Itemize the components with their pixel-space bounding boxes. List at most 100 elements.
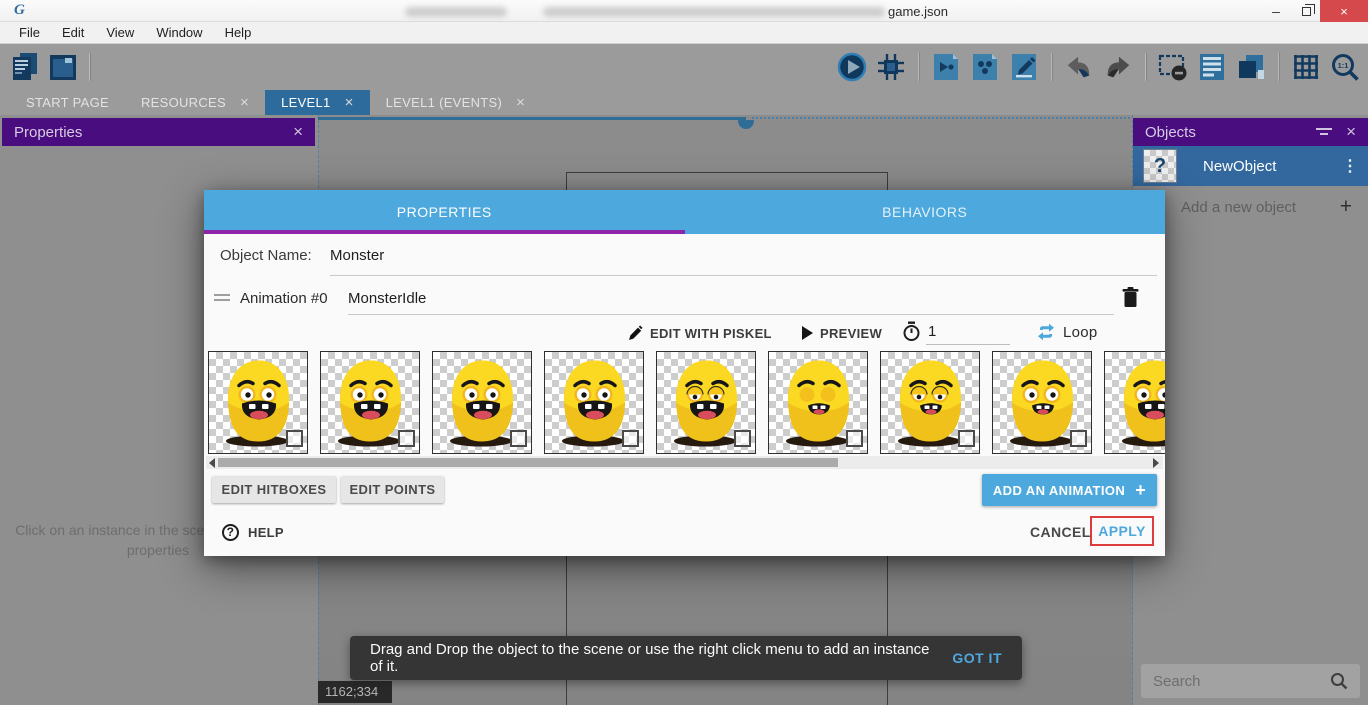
redo-icon[interactable] bbox=[1103, 52, 1133, 82]
menu-edit[interactable]: Edit bbox=[51, 25, 95, 40]
maximize-icon bbox=[1302, 7, 1311, 16]
tab-label: START PAGE bbox=[26, 95, 109, 110]
add-multiple-objects-icon[interactable] bbox=[970, 52, 1000, 82]
dialog-tab-behaviors[interactable]: BEHAVIORS bbox=[685, 190, 1166, 234]
layers-list-icon[interactable] bbox=[1197, 52, 1227, 82]
animation-frame[interactable] bbox=[1104, 351, 1165, 454]
animation-frame[interactable] bbox=[656, 351, 756, 454]
animation-frame[interactable] bbox=[544, 351, 644, 454]
tab-level1-events[interactable]: LEVEL1 (EVENTS)× bbox=[370, 90, 542, 115]
input-underline bbox=[926, 344, 1010, 345]
frame-checkbox[interactable] bbox=[510, 430, 527, 447]
apply-button[interactable]: APPLY bbox=[1098, 523, 1145, 539]
undo-icon[interactable] bbox=[1064, 52, 1094, 82]
play-icon bbox=[802, 326, 813, 340]
delete-animation-button[interactable] bbox=[1122, 287, 1139, 313]
tab-level1[interactable]: LEVEL1 × bbox=[265, 90, 370, 115]
animation-frame[interactable] bbox=[320, 351, 420, 454]
close-icon[interactable]: × bbox=[293, 122, 303, 142]
menu-window[interactable]: Window bbox=[145, 25, 213, 40]
tab-resources[interactable]: RESOURCES× bbox=[125, 90, 265, 115]
debug-icon[interactable] bbox=[876, 52, 906, 82]
dialog-tabs: PROPERTIES BEHAVIORS bbox=[204, 190, 1165, 234]
close-icon[interactable]: × bbox=[516, 95, 525, 110]
object-list-item-newobject[interactable]: ? NewObject ⋮ bbox=[1133, 146, 1368, 186]
edit-points-button[interactable]: EDIT POINTS bbox=[341, 476, 444, 503]
add-animation-label: ADD AN ANIMATION bbox=[993, 483, 1125, 498]
edit-with-piskel-button[interactable]: EDIT WITH PISKEL bbox=[628, 322, 772, 344]
window-title: game.json bbox=[888, 4, 948, 19]
tab-label: LEVEL1 bbox=[281, 95, 331, 110]
scene-window-border bbox=[318, 117, 746, 120]
project-manager-icon[interactable] bbox=[10, 52, 40, 82]
frame-checkbox[interactable] bbox=[958, 430, 975, 447]
objects-panel: Objects × ? NewObject ⋮ Add a new object… bbox=[1133, 115, 1368, 705]
scroll-left-icon[interactable] bbox=[209, 458, 215, 468]
close-window-button[interactable]: × bbox=[1320, 0, 1368, 22]
help-button[interactable]: ? HELP bbox=[222, 521, 284, 543]
frame-checkbox[interactable] bbox=[1070, 430, 1087, 447]
add-new-object-row[interactable]: Add a new object + bbox=[1133, 192, 1368, 222]
toolbar-separator bbox=[89, 53, 90, 81]
add-animation-button[interactable]: ADD AN ANIMATION + bbox=[982, 474, 1157, 506]
menu-help[interactable]: Help bbox=[214, 25, 263, 40]
got-it-button[interactable]: GOT IT bbox=[952, 650, 1002, 666]
filter-icon[interactable] bbox=[1316, 127, 1332, 137]
frame-checkbox[interactable] bbox=[846, 430, 863, 447]
frame-checkbox[interactable] bbox=[398, 430, 415, 447]
animation-frame[interactable] bbox=[880, 351, 980, 454]
preview-play-icon[interactable] bbox=[837, 52, 867, 82]
properties-panel-header: Properties × bbox=[2, 118, 315, 146]
menu-view[interactable]: View bbox=[95, 25, 145, 40]
object-name-input[interactable]: Monster bbox=[330, 247, 384, 264]
loop-toggle[interactable]: Loop bbox=[1036, 321, 1098, 343]
animation-label: Animation #0 bbox=[240, 290, 328, 307]
delete-instances-icon[interactable] bbox=[1158, 52, 1188, 82]
svg-text:1:1: 1:1 bbox=[1338, 61, 1349, 70]
add-object-label: Add a new object bbox=[1181, 199, 1340, 216]
tab-start-page[interactable]: START PAGE bbox=[10, 90, 125, 115]
scroll-right-icon[interactable] bbox=[1153, 458, 1159, 468]
cancel-button[interactable]: CANCEL bbox=[1030, 524, 1091, 540]
animation-frame[interactable] bbox=[432, 351, 532, 454]
grid-icon[interactable] bbox=[1291, 52, 1321, 82]
plus-icon[interactable]: + bbox=[1340, 195, 1352, 219]
time-between-frames-field[interactable]: 1 bbox=[902, 320, 937, 342]
object-thumbnail: ? bbox=[1143, 149, 1177, 183]
input-underline bbox=[348, 314, 1114, 315]
scrollbar-thumb[interactable] bbox=[218, 458, 838, 467]
instances-list-icon[interactable] bbox=[1236, 52, 1266, 82]
search-placeholder: Search bbox=[1153, 673, 1330, 690]
close-icon[interactable]: × bbox=[1346, 122, 1356, 142]
time-between-frames-value: 1 bbox=[928, 323, 937, 340]
object-name-label: Object Name: bbox=[220, 247, 312, 264]
start-page-icon[interactable] bbox=[48, 52, 78, 82]
close-icon[interactable]: × bbox=[240, 95, 249, 110]
close-icon[interactable]: × bbox=[345, 95, 354, 110]
frame-checkbox[interactable] bbox=[622, 430, 639, 447]
maximize-button[interactable] bbox=[1292, 0, 1320, 22]
redacted-title-text bbox=[543, 7, 885, 17]
frame-checkbox[interactable] bbox=[286, 430, 303, 447]
animation-frame[interactable] bbox=[768, 351, 868, 454]
animation-name-input[interactable]: MonsterIdle bbox=[348, 290, 426, 307]
dialog-tab-properties[interactable]: PROPERTIES bbox=[204, 190, 685, 234]
add-object-icon[interactable] bbox=[931, 52, 961, 82]
menu-file[interactable]: File bbox=[8, 25, 51, 40]
edit-hitboxes-button[interactable]: EDIT HITBOXES bbox=[212, 476, 336, 503]
animation-frame[interactable] bbox=[992, 351, 1092, 454]
edit-scene-properties-icon[interactable] bbox=[1009, 52, 1039, 82]
zoom-original-icon[interactable]: 1:1 bbox=[1330, 52, 1360, 82]
animation-frame[interactable] bbox=[208, 351, 308, 454]
preview-animation-button[interactable]: PREVIEW bbox=[802, 322, 882, 344]
edit-with-piskel-label: EDIT WITH PISKEL bbox=[650, 326, 772, 341]
object-menu-icon[interactable]: ⋮ bbox=[1342, 156, 1358, 176]
object-name-label: NewObject bbox=[1203, 158, 1342, 175]
frame-checkbox[interactable] bbox=[734, 430, 751, 447]
timer-icon bbox=[902, 321, 921, 342]
loop-icon bbox=[1036, 323, 1056, 341]
snackbar: Drag and Drop the object to the scene or… bbox=[350, 636, 1022, 680]
preview-label: PREVIEW bbox=[820, 326, 882, 341]
object-search-input[interactable]: Search bbox=[1141, 664, 1360, 698]
minimize-button[interactable]: – bbox=[1262, 0, 1290, 22]
